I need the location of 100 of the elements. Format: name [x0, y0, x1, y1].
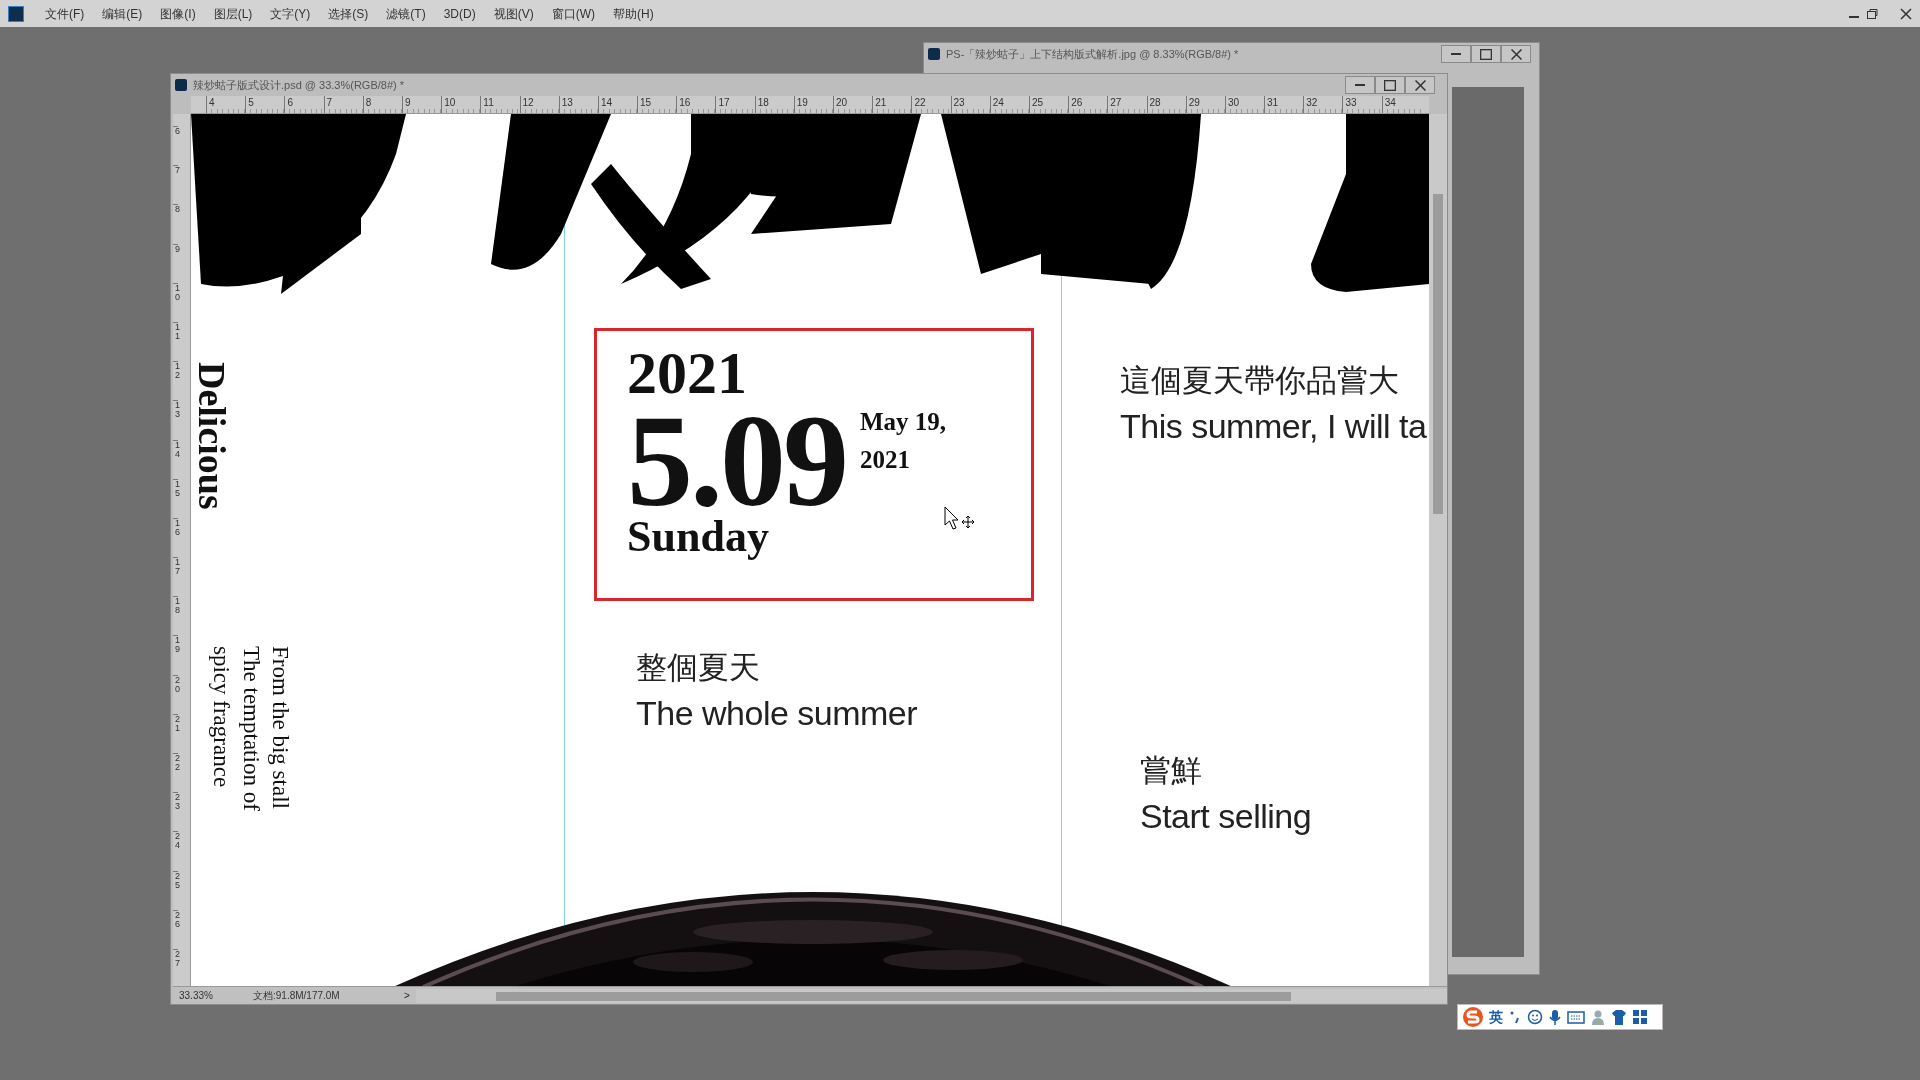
ruler-number: 33: [1342, 96, 1382, 113]
side-word: Delicious: [191, 362, 231, 510]
window-title: 辣炒蛄子版式设计.psd @ 33.3%(RGB/8#) *: [193, 77, 405, 93]
ruler-number: 24: [989, 96, 1029, 113]
menu-item[interactable]: 编辑(E): [93, 3, 152, 24]
ruler-number: 23: [173, 792, 178, 832]
ruler-number: 25: [173, 870, 178, 910]
ruler-number: 19: [793, 96, 833, 113]
close-icon: [1414, 79, 1426, 91]
close-icon: [1510, 48, 1522, 60]
ruler-number: 30: [1224, 96, 1265, 113]
cursor-icon: [944, 506, 976, 533]
maximize-button[interactable]: [1375, 76, 1405, 94]
menu-item[interactable]: 帮助(H): [604, 3, 663, 24]
ruler-number: 11: [480, 96, 520, 113]
ruler-number: 7: [323, 96, 363, 113]
ruler-number: 12: [519, 96, 559, 113]
tagline-line: spicy fragrance: [209, 646, 235, 790]
scrollbar-thumb[interactable]: [496, 991, 1291, 1001]
ruler-number: 17: [715, 96, 755, 113]
menu-item[interactable]: 3D(D): [434, 3, 485, 24]
ruler-number: 22: [911, 96, 951, 113]
ruler-number: 12: [173, 361, 178, 401]
minimize-icon: [1451, 53, 1461, 55]
menu-item[interactable]: 文件(F): [36, 3, 94, 24]
tagline-line: From the big stall: [267, 646, 293, 811]
app-logo-icon: [928, 48, 940, 60]
document-size: 文档:91.8M/177.0M: [253, 989, 341, 1003]
scrollbar-thumb[interactable]: [1433, 194, 1443, 514]
close-button[interactable]: [1405, 76, 1435, 94]
english-text: This summer, I will ta: [1120, 406, 1427, 448]
ruler-number: 26: [1068, 96, 1108, 113]
menu-item[interactable]: 文字(Y): [261, 3, 320, 24]
app-logo-icon: [175, 79, 187, 91]
minimize-button[interactable]: [1345, 76, 1375, 94]
menu-item[interactable]: 窗口(W): [542, 3, 604, 24]
menu-item[interactable]: 图像(I): [151, 3, 205, 24]
ruler-number: 13: [173, 400, 178, 440]
menu-item[interactable]: 图层(L): [204, 3, 262, 24]
ruler-number: 7: [173, 165, 178, 205]
ruler-number: 31: [1264, 96, 1304, 113]
ruler-number: 25: [1028, 96, 1069, 113]
maximize-icon: [1480, 48, 1492, 60]
ruler-number: 34: [1381, 96, 1421, 113]
ruler-number: 18: [754, 96, 794, 113]
english-text: The whole summer: [636, 693, 918, 735]
ruler-number: 4: [206, 96, 246, 113]
ruler-number: 9: [173, 243, 178, 283]
close-button[interactable]: [1501, 45, 1531, 63]
close-icon[interactable]: [1898, 5, 1914, 22]
ruler-number: 11: [173, 321, 178, 362]
minimize-icon: [1355, 84, 1365, 86]
ruler-number: 26: [173, 909, 178, 949]
ruler-number: 6: [173, 126, 178, 166]
ruler-number: 5: [245, 96, 285, 113]
ruler-number: 20: [833, 96, 873, 113]
menu-item[interactable]: 滤镜(T): [377, 3, 435, 24]
ruler-number: 6: [284, 96, 324, 113]
english-text: Start selling: [1140, 796, 1312, 838]
menu-item[interactable]: 选择(S): [319, 3, 378, 24]
weekday-text: Sunday: [627, 514, 769, 559]
ruler-number: 18: [173, 596, 178, 636]
ruler-number: 9: [401, 96, 442, 113]
date-text: 5.09: [627, 410, 846, 513]
english-date-line: May 19,: [860, 407, 947, 437]
ruler-number: 14: [173, 439, 178, 479]
ruler-number: 28: [1146, 96, 1186, 113]
ruler-number: 17: [173, 557, 178, 597]
ruler-number: 8: [173, 204, 178, 244]
app-logo-icon[interactable]: [8, 5, 24, 22]
ruler-number: 29: [1185, 96, 1225, 113]
ruler-number: 24: [173, 831, 178, 871]
ruler-number: 20: [173, 674, 178, 714]
ruler-number: 21: [872, 96, 912, 113]
ruler-number: 14: [597, 96, 638, 113]
maximize-button[interactable]: [1471, 45, 1501, 63]
ruler-number: 27: [1107, 96, 1147, 113]
ruler-number: 22: [173, 753, 178, 793]
menu-item[interactable]: 视图(V): [484, 3, 543, 24]
english-date-line: 2021: [860, 445, 911, 475]
ruler-number: 8: [362, 96, 402, 113]
status-menu-button[interactable]: >: [398, 988, 416, 1003]
ruler-number: 15: [173, 478, 178, 518]
window-title: PS-「辣炒蛄子」上下结构版式解析.jpg @ 8.33%(RGB/8#) *: [946, 46, 1239, 62]
ruler-number: 10: [441, 96, 481, 113]
tagline-line: The temptation of: [238, 646, 264, 811]
maximize-icon: [1384, 79, 1396, 91]
chinese-text: 這個夏天帶你品嘗大: [1120, 362, 1400, 400]
ruler-number: 16: [173, 517, 178, 558]
ruler-number: 19: [173, 635, 178, 675]
minimize-button[interactable]: [1441, 45, 1471, 63]
zoom-level: 33.33%: [178, 989, 214, 1003]
ruler-number: 13: [558, 96, 598, 113]
ruler-number: 21: [173, 713, 178, 753]
ruler-number: 15: [637, 96, 677, 113]
ruler-number: 32: [1303, 96, 1343, 113]
ruler-number: 16: [676, 96, 716, 113]
chinese-text: 嘗鮮: [1140, 752, 1203, 790]
year-text: 2021: [627, 345, 747, 402]
ruler-number: 23: [950, 96, 990, 113]
